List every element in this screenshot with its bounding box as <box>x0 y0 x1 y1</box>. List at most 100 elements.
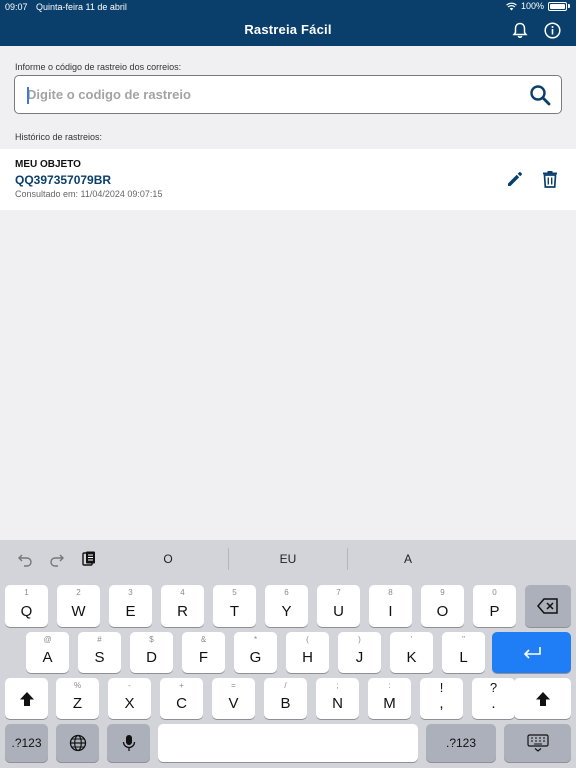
battery-icon <box>548 1 567 11</box>
key-U[interactable]: 7U <box>317 585 360 627</box>
key-I[interactable]: 8I <box>369 585 412 627</box>
key-E[interactable]: 3E <box>109 585 152 627</box>
key-secondary-char: 6 <box>284 588 289 597</box>
notifications-bell-icon[interactable] <box>510 20 530 40</box>
paste-icon[interactable] <box>80 550 98 568</box>
key-Q[interactable]: 1Q <box>5 585 48 627</box>
key-secondary-char: 5 <box>232 588 237 597</box>
key-Y[interactable]: 6Y <box>265 585 308 627</box>
key-L[interactable]: " L <box>442 632 485 673</box>
key-N[interactable]: ; N <box>316 678 359 719</box>
key-T[interactable]: 5T <box>213 585 256 627</box>
suggestion-1[interactable]: O <box>138 552 198 566</box>
shift-left-key[interactable] <box>5 678 48 719</box>
numbers-key-label: .?123 <box>11 736 42 750</box>
key-secondary-char: * <box>253 635 258 644</box>
numbers-key-left[interactable]: .?123 <box>5 724 48 762</box>
key-J[interactable]: ) J <box>338 632 381 673</box>
status-date: Quinta-feira 11 de abril <box>36 2 127 12</box>
key-secondary-char: ; <box>336 681 339 690</box>
key-secondary-char: " <box>462 635 465 644</box>
key-F[interactable]: & F <box>182 632 225 673</box>
on-screen-keyboard: O EU A 1 Q 2 W 3 E 4 R 5 T 6 Y 7 U 8 I 9 O 0 P @ A # S $ D & F * G(H)… <box>0 540 576 768</box>
key-R[interactable]: 4R <box>161 585 204 627</box>
key-secondary-char: / <box>284 681 287 690</box>
key-secondary-char: 3 <box>128 588 133 597</box>
return-icon <box>523 646 541 659</box>
key-A[interactable]: @ A <box>26 632 69 673</box>
suggestion-3[interactable]: A <box>378 552 438 566</box>
dismiss-keyboard-key[interactable] <box>504 724 571 762</box>
key-primary-char: V <box>228 695 239 712</box>
numbers-key-label: .?123 <box>445 736 477 750</box>
return-key[interactable] <box>492 632 571 673</box>
key-primary-char: H <box>302 649 313 666</box>
backspace-key[interactable] <box>525 585 571 627</box>
key-secondary-char: + <box>179 681 184 690</box>
key-primary-char: N <box>332 695 343 712</box>
suggestion-separator <box>228 548 229 570</box>
redo-icon[interactable] <box>48 550 66 568</box>
key-secondary-char: 8 <box>388 588 393 597</box>
history-list-item[interactable]: MEU OBJETO QQ397357079BR Consultado em: … <box>0 149 576 210</box>
suggestion-2[interactable]: EU <box>258 552 318 566</box>
key-primary-char: S <box>94 649 105 666</box>
status-right: 100% <box>506 1 570 11</box>
numbers-key-right[interactable]: .?123 <box>426 724 496 762</box>
status-bar: 09:07 Quinta-feira 11 de abril 100% <box>0 0 576 14</box>
key-primary-char: A <box>42 649 53 666</box>
key-P[interactable]: 0P <box>473 585 516 627</box>
key-primary-char: T <box>229 602 240 620</box>
key-B[interactable]: / B <box>264 678 307 719</box>
key-K[interactable]: ’ K <box>390 632 433 673</box>
backspace-icon <box>537 598 558 614</box>
key-secondary-char: 0 <box>492 588 497 597</box>
search-box[interactable] <box>14 75 562 114</box>
key-W[interactable]: 2W <box>57 585 100 627</box>
key-C[interactable]: + C <box>160 678 203 719</box>
key-secondary-char: = <box>231 681 236 690</box>
search-icon[interactable] <box>529 84 551 106</box>
key-primary-char: O <box>436 602 449 620</box>
globe-icon <box>69 734 86 752</box>
key-S[interactable]: # S <box>78 632 121 673</box>
key-H[interactable]: (H <box>286 632 329 673</box>
dictation-key[interactable] <box>107 724 150 762</box>
key-primary-char: Z <box>72 695 83 712</box>
key-G[interactable]: * G <box>234 632 277 673</box>
key-V[interactable]: = V <box>212 678 255 719</box>
key-primary-char: Q <box>20 602 33 620</box>
key-M[interactable]: :M <box>368 678 411 719</box>
key-secondary-char: 1 <box>24 588 29 597</box>
key-secondary-char: 2 <box>76 588 81 597</box>
key-period[interactable]: ?. <box>472 678 515 719</box>
delete-trash-icon[interactable] <box>540 169 560 189</box>
key-primary-char: G <box>249 649 262 666</box>
info-icon[interactable] <box>542 20 562 40</box>
shift-arrow-icon <box>19 691 34 706</box>
key-secondary-char: % <box>73 681 82 690</box>
shift-arrow-icon <box>535 691 550 706</box>
key-secondary-char: $ <box>149 635 154 644</box>
tracking-code-input[interactable] <box>27 76 527 113</box>
key-primary-char: K <box>406 649 417 666</box>
item-tracking-code: QQ397357079BR <box>15 173 112 187</box>
space-bar[interactable] <box>158 724 418 762</box>
key-O[interactable]: 9O <box>421 585 464 627</box>
key-secondary-char: ! <box>439 680 444 695</box>
shift-right-key[interactable] <box>514 678 571 719</box>
undo-icon[interactable] <box>16 550 34 568</box>
key-primary-char: M <box>383 695 396 712</box>
edit-pencil-icon[interactable] <box>505 169 525 189</box>
tracking-code-prompt: Informe o código de rastreio dos correio… <box>15 62 182 72</box>
key-D[interactable]: $ D <box>130 632 173 673</box>
key-secondary-char: 9 <box>440 588 445 597</box>
key-comma[interactable]: !, <box>420 678 463 719</box>
key-X[interactable]: -X <box>108 678 151 719</box>
key-secondary-char: 7 <box>336 588 341 597</box>
key-primary-char: L <box>459 649 468 666</box>
history-label: Histórico de rastreios: <box>15 132 103 142</box>
key-Z[interactable]: % Z <box>56 678 99 719</box>
globe-key[interactable] <box>56 724 99 762</box>
key-primary-char: J <box>355 649 364 666</box>
